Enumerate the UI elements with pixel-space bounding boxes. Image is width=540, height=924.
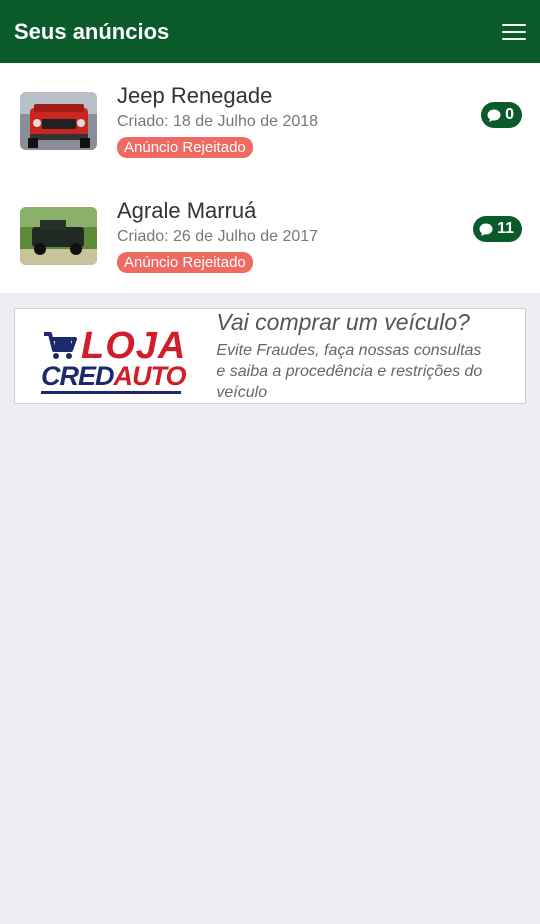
hamburger-menu-icon[interactable] — [502, 23, 526, 40]
status-badge: Anúncio Rejeitado — [117, 137, 253, 158]
logo-underline — [41, 391, 181, 394]
logo-credauto-text: CREDAUTO — [41, 361, 187, 392]
chat-bubble-icon — [487, 109, 501, 122]
list-item[interactable]: Agrale Marruá Criado: 26 de Julho de 201… — [0, 178, 540, 293]
app-header: Seus anúncios — [0, 0, 540, 63]
listing-title: Jeep Renegade — [117, 83, 273, 108]
listing-created-date: Criado: 26 de Julho de 2017 — [117, 228, 319, 245]
messages-count: 0 — [505, 106, 514, 123]
banner-subtext-1: Evite Fraudes, faça nossas consultas — [216, 342, 482, 359]
page-title: Seus anúncios — [14, 18, 170, 44]
chat-bubble-icon — [479, 223, 493, 236]
ad-banner[interactable]: LOJA CREDAUTO Vai comprar um veículo? Ev… — [14, 308, 526, 404]
lojacredauto-logo: LOJA CREDAUTO — [41, 321, 204, 394]
messages-count-button[interactable]: 0 — [481, 102, 522, 128]
listings-list: Jeep Renegade Criado: 18 de Julho de 201… — [0, 63, 540, 293]
listing-thumbnail — [20, 91, 97, 150]
listing-created-date: Criado: 18 de Julho de 2018 — [117, 113, 319, 130]
listing-title: Agrale Marruá — [117, 198, 257, 223]
banner-headline: Vai comprar um veículo? — [216, 309, 470, 335]
list-item[interactable]: Jeep Renegade Criado: 18 de Julho de 201… — [0, 63, 540, 178]
listing-thumbnail — [20, 206, 97, 265]
status-badge: Anúncio Rejeitado — [117, 252, 253, 273]
messages-count: 11 — [497, 220, 514, 237]
shopping-cart-icon — [44, 332, 77, 359]
messages-count-button[interactable]: 11 — [473, 216, 522, 242]
banner-subtext-2: e saiba a procedência e restrições do ve… — [216, 363, 483, 401]
logo-auto: AUTO — [113, 361, 187, 391]
logo-cred: CRED — [41, 361, 115, 391]
